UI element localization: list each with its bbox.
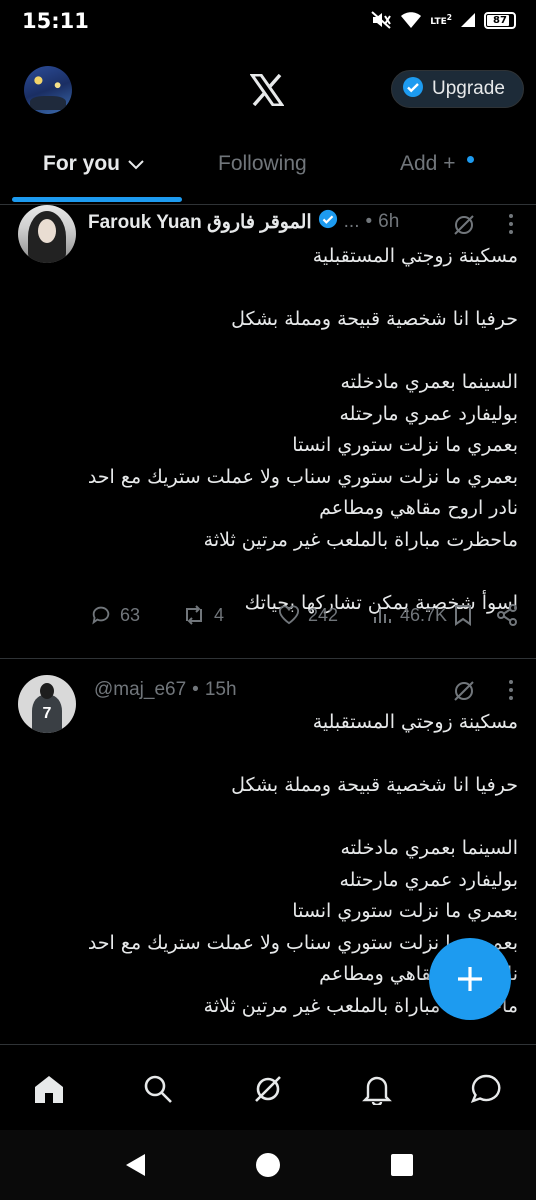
author-name[interactable]: Farouk Yuan الموقر فاروق — [88, 211, 312, 234]
tab-for-you[interactable]: For you — [43, 152, 144, 176]
mute-icon — [370, 10, 392, 30]
timeline-feed[interactable]: Farouk Yuan الموقر فاروق ... • 6h مسكينة… — [0, 204, 536, 1044]
tweet-header: Farouk Yuan الموقر فاروق ... • 6h — [88, 209, 399, 235]
tab-for-you-label: For you — [43, 152, 120, 175]
grok-icon[interactable] — [452, 679, 476, 707]
active-tab-indicator — [12, 197, 182, 202]
reply-count: 63 — [120, 604, 141, 625]
views-icon — [374, 609, 391, 623]
new-indicator-dot — [467, 156, 474, 163]
grok-icon[interactable] — [248, 1069, 288, 1109]
separator-dot: • — [365, 211, 373, 232]
upgrade-button[interactable]: Upgrade — [391, 70, 524, 108]
reply-button[interactable]: 63 — [90, 604, 140, 626]
sim-slot-label: 2 — [446, 12, 452, 22]
x-logo-icon[interactable] — [249, 73, 285, 110]
author-handle[interactable]: @maj_e67 — [94, 679, 186, 701]
wifi-icon — [400, 11, 422, 29]
bottom-navigation — [0, 1044, 536, 1130]
home-icon[interactable] — [29, 1069, 69, 1109]
notifications-icon[interactable] — [357, 1069, 397, 1109]
bookmark-button[interactable] — [454, 604, 472, 626]
verified-badge-icon — [318, 209, 338, 235]
signal-icon — [460, 12, 476, 28]
reply-icon — [92, 606, 110, 625]
repost-button[interactable]: 4 — [182, 604, 224, 626]
verified-badge-icon — [402, 76, 424, 102]
tab-add[interactable]: Add + — [400, 152, 455, 176]
upgrade-label: Upgrade — [432, 78, 505, 99]
top-header: Upgrade — [0, 60, 536, 120]
tweet-time: 15h — [204, 679, 237, 700]
like-count: 242 — [308, 604, 339, 625]
plus-icon — [458, 967, 482, 991]
battery-level-label: 87 — [493, 14, 507, 26]
compose-post-button[interactable] — [429, 938, 511, 1020]
more-options-icon[interactable] — [508, 679, 514, 705]
tab-following-label: Following — [218, 152, 307, 175]
repost-count: 4 — [214, 604, 225, 625]
tweet-time: 6h — [378, 211, 400, 232]
status-bar: 15:11 LTE2 87 — [0, 0, 536, 44]
back-icon[interactable] — [120, 1150, 150, 1180]
tweet[interactable]: Farouk Yuan الموقر فاروق ... • 6h مسكينة… — [0, 205, 536, 659]
bookmark-icon — [455, 605, 471, 626]
more-options-icon[interactable] — [508, 213, 514, 239]
share-icon — [497, 604, 517, 626]
chevron-down-icon[interactable] — [128, 152, 144, 176]
profile-avatar[interactable] — [24, 66, 72, 114]
lte-indicator: LTE2 — [430, 12, 452, 27]
views-button[interactable]: 46.7K — [372, 605, 447, 626]
tweet-header: @maj_e67 • 15h — [94, 679, 237, 701]
like-button[interactable]: 242 — [278, 605, 338, 626]
network-type-label: LTE — [430, 16, 447, 27]
repost-icon — [186, 605, 202, 625]
status-icons: LTE2 87 — [370, 10, 516, 30]
status-time: 15:11 — [22, 9, 89, 33]
timeline-tabs: For you Following Add + — [0, 140, 536, 204]
view-count: 46.7K — [400, 604, 448, 625]
search-icon[interactable] — [138, 1069, 178, 1109]
battery-icon: 87 — [484, 11, 516, 29]
heart-icon — [279, 605, 299, 625]
home-circle-icon[interactable] — [253, 1150, 283, 1180]
tab-add-label: Add + — [400, 152, 456, 175]
system-navigation-bar — [0, 1130, 536, 1200]
grok-icon[interactable] — [452, 213, 476, 241]
separator-dot: • — [192, 679, 199, 700]
author-handle[interactable]: ... — [344, 211, 360, 233]
tab-following[interactable]: Following — [218, 152, 307, 176]
recents-icon[interactable] — [387, 1150, 417, 1180]
share-button[interactable] — [496, 604, 518, 626]
tweet-text: مسكينة زوجتي المستقبلية حرفيا انا شخصية … — [87, 245, 518, 614]
messages-icon[interactable] — [466, 1069, 506, 1109]
